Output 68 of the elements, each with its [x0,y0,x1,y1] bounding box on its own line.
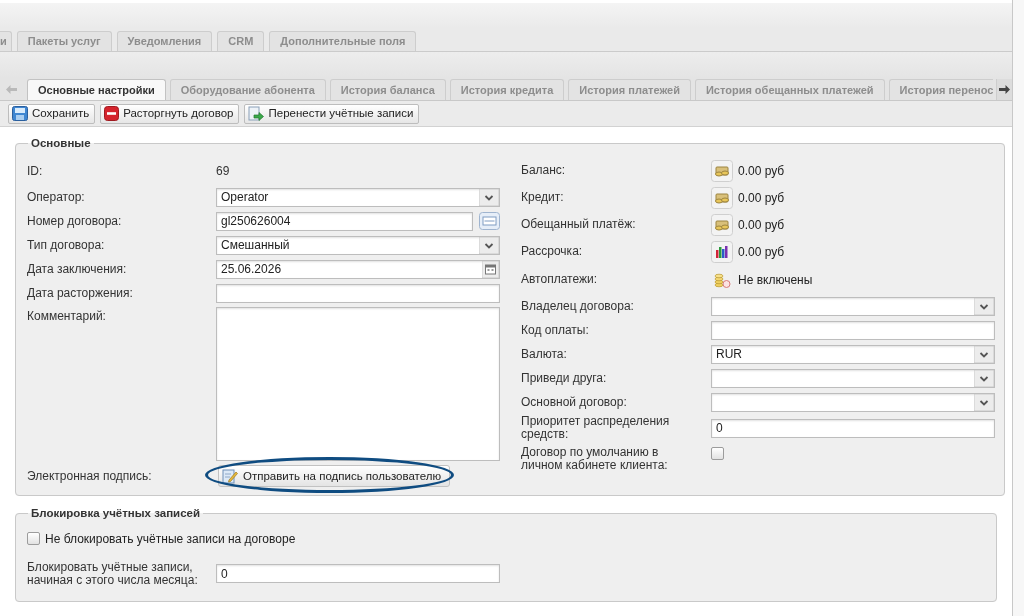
coins-icon [711,186,733,209]
minus-icon [104,106,120,121]
field-label: Приведи друга: [521,371,608,385]
date-field[interactable]: 25.06.2026 [216,259,500,279]
amount-value: 0.00 руб [738,216,785,234]
document-arrow-icon [248,105,265,122]
amount-value: 0.00 руб [738,243,785,261]
arrow-left-icon[interactable] [6,85,17,94]
field-label: Тип договора: [27,238,106,252]
amount-value: 0.00 руб [738,162,785,180]
dropdown-field[interactable] [711,296,995,316]
field-label: Комментарий: [27,310,107,324]
field-label: Дата расторжения: [27,286,134,300]
field-label: Рассрочка: [521,245,584,259]
dropdown-field[interactable]: Operator [216,187,500,207]
section-title: Блокировка учётных записей [30,506,202,522]
chevron-down-icon[interactable] [479,188,499,206]
window-icon[interactable] [479,212,500,231]
checkbox[interactable] [27,532,40,545]
id-value: 69 [216,163,230,181]
field-label: Номер договора: [27,214,123,228]
chevron-down-icon[interactable] [479,236,499,254]
field-label: Блокировать учётные записи, начиная с этого числа месяца: [27,560,199,587]
toolbar-button[interactable]: Перенести учётные записи [244,103,420,124]
chevron-down-icon[interactable] [974,345,994,363]
coins-icon [711,159,733,182]
field-label: Приоритет распределения средств: [521,415,671,442]
arrow-right-icon[interactable] [999,85,1010,94]
field-label: Оператор: [27,190,86,204]
amount-value: 0.00 руб [738,189,785,207]
toolbar-button[interactable]: Расторгнуть договор [100,103,240,124]
chevron-down-icon[interactable] [974,369,994,387]
toolbar-button[interactable]: Сохранить [8,103,96,124]
input-field[interactable]: gl250626004 [216,211,473,231]
field-label: Кредит: [521,191,565,205]
field-label: Автоплатежи: [521,273,599,287]
field-label: Дата заключения: [27,262,128,276]
status-value: Не включены [738,271,813,289]
dropdown-field[interactable] [711,392,995,412]
field-label: Основной договор: [521,395,628,409]
field-label: Обещанный платёж: [521,218,637,232]
coins-icon [711,213,733,236]
field-label: Код оплаты: [521,323,590,337]
field-label: Валюта: [521,347,568,361]
floppy-icon [12,106,28,121]
input-field[interactable]: 0 [216,564,500,583]
input-field[interactable]: 0 [711,418,995,438]
chevron-down-icon[interactable] [974,297,994,315]
section-title: Основные [30,136,92,151]
dropdown-field[interactable]: RUR [711,344,995,364]
field-label: Электронная подпись: [27,469,153,483]
checkbox-label: Не блокировать учётные записи на договоре [45,530,296,548]
field-label: ID: [27,164,44,178]
input-field[interactable] [711,320,995,340]
input-field[interactable] [216,283,500,303]
tab[interactable]: Основные настройки [27,79,166,100]
calendar-icon[interactable] [482,260,499,278]
field-label: Баланс: [521,164,567,178]
field-label: Владелец договора: [521,299,635,313]
dropdown-field[interactable] [711,368,995,388]
dropdown-field[interactable]: Смешанный [216,235,500,255]
send-for-signature-button[interactable]: Отправить на подпись пользователю [218,465,451,488]
checkbox[interactable] [711,447,724,461]
comment-field[interactable] [216,307,500,462]
field-label: Договор по умолчанию в личном кабинете клиента: [521,446,669,473]
pencil-document-icon [222,468,238,485]
chevron-down-icon[interactable] [974,393,994,411]
bar-chart-icon [711,240,733,263]
